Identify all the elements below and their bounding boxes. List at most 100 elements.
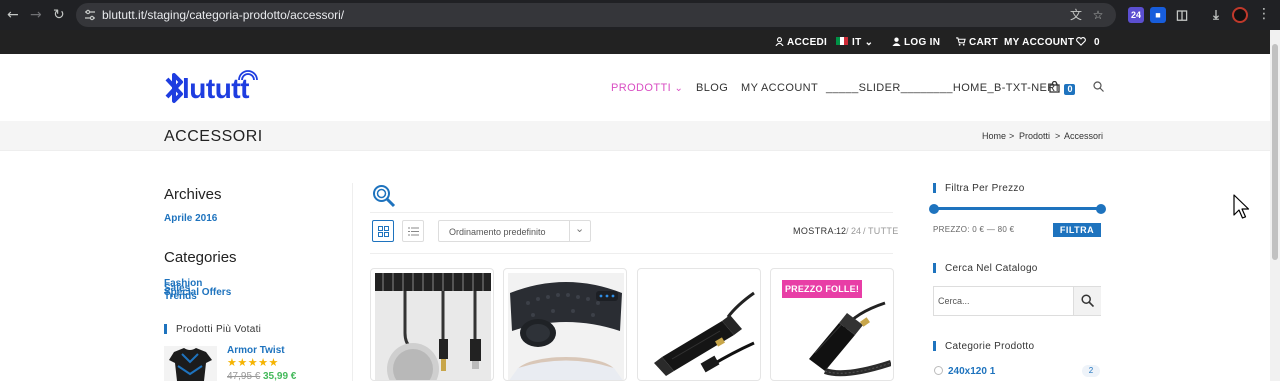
bookmark-star-icon[interactable]: ☆ xyxy=(1090,7,1106,23)
page-scrollbar[interactable] xyxy=(1270,30,1280,381)
site-header: lututt PRODOTTI ⌄ BLOG MY ACCOUNT _____S… xyxy=(0,54,1270,121)
product-thumbnail[interactable] xyxy=(164,346,217,381)
log-in-label: LOG IN xyxy=(904,37,941,48)
browser-toolbar: ← → ↻ blututt.it/staging/categoria-prodo… xyxy=(0,0,1280,30)
user-solid-icon xyxy=(892,37,901,46)
site-settings-icon[interactable] xyxy=(84,9,96,21)
wishlist-link[interactable] xyxy=(1076,37,1089,48)
usb-cable-image xyxy=(375,273,491,380)
divider xyxy=(370,212,893,213)
breadcrumb-separator: > xyxy=(1055,131,1061,141)
top-rated-title: Prodotti Più Votati xyxy=(176,324,262,335)
sort-select[interactable]: Ordinamento predefinito ⌄ xyxy=(438,220,591,242)
breadcrumb-home[interactable]: Home xyxy=(982,131,1006,142)
url-text[interactable]: blututt.it/staging/categoria-prodotto/ac… xyxy=(102,8,344,22)
reload-icon[interactable]: ↻ xyxy=(53,7,65,23)
grid-icon xyxy=(378,226,389,237)
show-option-12[interactable]: 12 xyxy=(836,226,846,236)
price-max-handle[interactable] xyxy=(1096,204,1106,214)
address-bar[interactable]: blututt.it/staging/categoria-prodotto/ac… xyxy=(76,3,1116,27)
catalog-search-button[interactable] xyxy=(1073,287,1101,315)
grid-view-button[interactable] xyxy=(372,220,394,242)
category-count-badge: 2 xyxy=(1082,365,1100,377)
archives-title: Archives xyxy=(164,186,222,203)
price-filter-title: Filtra Per Prezzo xyxy=(945,183,1025,194)
product-card[interactable] xyxy=(637,268,761,381)
category-link-240x120[interactable]: 240x120 1 xyxy=(948,366,995,377)
search-icon xyxy=(1081,294,1094,307)
menu-item-my-account[interactable]: MY ACCOUNT xyxy=(741,82,818,94)
language-switcher[interactable]: IT ⌄ xyxy=(836,37,873,48)
widget-accent-bar xyxy=(933,183,936,193)
top-rated-product-name[interactable]: Armor Twist xyxy=(227,345,285,356)
scrollbar-thumb[interactable] xyxy=(1272,44,1278,260)
sale-price: 35,99 € xyxy=(263,371,297,382)
breadcrumb-separator: > xyxy=(1009,131,1015,141)
select-divider xyxy=(569,221,570,241)
language-label: IT xyxy=(852,37,862,48)
log-in-link[interactable]: LOG IN xyxy=(892,37,940,48)
breadcrumb-prodotti[interactable]: Prodotti xyxy=(1019,131,1050,142)
show-separator: / xyxy=(846,226,849,236)
archive-link[interactable]: Aprile 2016 xyxy=(164,213,217,224)
cart-icon xyxy=(956,37,966,46)
site-topbar: ACCEDI IT ⌄ LOG IN CART MY ACCOUNT 0 xyxy=(0,30,1270,54)
rating-stars: ★★★★★ xyxy=(227,357,279,369)
category-link-trends[interactable]: Trends xyxy=(164,291,197,302)
login-label: ACCEDI xyxy=(787,37,828,48)
price-range-label: PREZZO: 0 € — 80 € xyxy=(933,225,1015,234)
my-account-link[interactable]: MY ACCOUNT xyxy=(1004,37,1074,48)
header-cart[interactable]: 0 xyxy=(1049,80,1076,98)
show-option-24[interactable]: 24 xyxy=(851,226,861,236)
widget-accent-bar xyxy=(164,324,167,334)
breadcrumb-accessori: Accessori xyxy=(1064,131,1104,141)
show-label: MOSTRA: xyxy=(793,226,837,236)
price-min-handle[interactable] xyxy=(929,204,939,214)
menu-item-prodotti[interactable]: PRODOTTI ⌄ xyxy=(611,82,683,95)
menu-item-blog[interactable]: BLOG xyxy=(696,82,728,94)
extension-badge-icon[interactable]: 24 xyxy=(1128,7,1144,23)
tshirt-image xyxy=(169,348,212,381)
divider xyxy=(370,253,893,254)
header-cart-count: 0 xyxy=(1064,84,1076,95)
search-icon[interactable] xyxy=(1093,81,1104,92)
wishlist-count: 0 xyxy=(1094,37,1100,48)
profile-avatar[interactable] xyxy=(1232,7,1248,23)
heart-icon xyxy=(1076,37,1086,46)
extensions-puzzle-icon[interactable]: ◫ xyxy=(1174,7,1190,23)
catalog-search-input[interactable]: Cerca... xyxy=(938,296,970,306)
menu-label-prodotti: PRODOTTI xyxy=(611,82,672,94)
search-filter-icon[interactable] xyxy=(372,184,396,208)
list-icon xyxy=(408,227,419,236)
download-icon[interactable]: ⤓ xyxy=(1208,7,1224,23)
mouse-cursor-icon xyxy=(1233,194,1250,219)
sort-select-value: Ordinamento predefinito xyxy=(449,227,546,237)
forward-icon[interactable]: → xyxy=(30,7,42,23)
browser-menu-icon[interactable]: ⋮ xyxy=(1257,6,1271,22)
italy-flag-icon xyxy=(836,37,848,45)
filter-button[interactable]: FILTRA xyxy=(1053,223,1101,237)
bitwarden-icon[interactable]: ■ xyxy=(1150,7,1166,23)
product-image xyxy=(375,273,491,380)
catalog-search-box: Cerca... xyxy=(933,286,1101,316)
show-option-tutte[interactable]: TUTTE xyxy=(868,226,899,236)
back-icon[interactable]: ← xyxy=(7,7,19,23)
categories-title: Categories xyxy=(164,249,237,266)
menu-item-slider-home[interactable]: _____SLIDER________HOME_B-TXT-NERI xyxy=(826,82,1059,94)
product-card[interactable] xyxy=(503,268,627,381)
product-card[interactable] xyxy=(370,268,494,381)
cart-link[interactable]: CART xyxy=(956,37,998,48)
login-link[interactable]: ACCEDI xyxy=(775,37,827,48)
audio-adapter-image xyxy=(654,291,755,376)
product-card[interactable]: PREZZO FOLLE! xyxy=(770,268,894,381)
user-icon xyxy=(775,37,784,47)
translate-icon[interactable]: 文 xyxy=(1068,7,1084,23)
site-logo[interactable]: lututt xyxy=(164,68,264,106)
category-radio[interactable] xyxy=(934,366,943,375)
show-separator: / xyxy=(863,226,866,236)
list-view-button[interactable] xyxy=(402,220,424,242)
chevron-down-icon: ⌄ xyxy=(864,37,874,48)
search-catalog-title: Cerca Nel Catalogo xyxy=(945,263,1038,274)
sale-badge: PREZZO FOLLE! xyxy=(782,280,862,298)
extension-badge-count: 24 xyxy=(1130,10,1141,20)
